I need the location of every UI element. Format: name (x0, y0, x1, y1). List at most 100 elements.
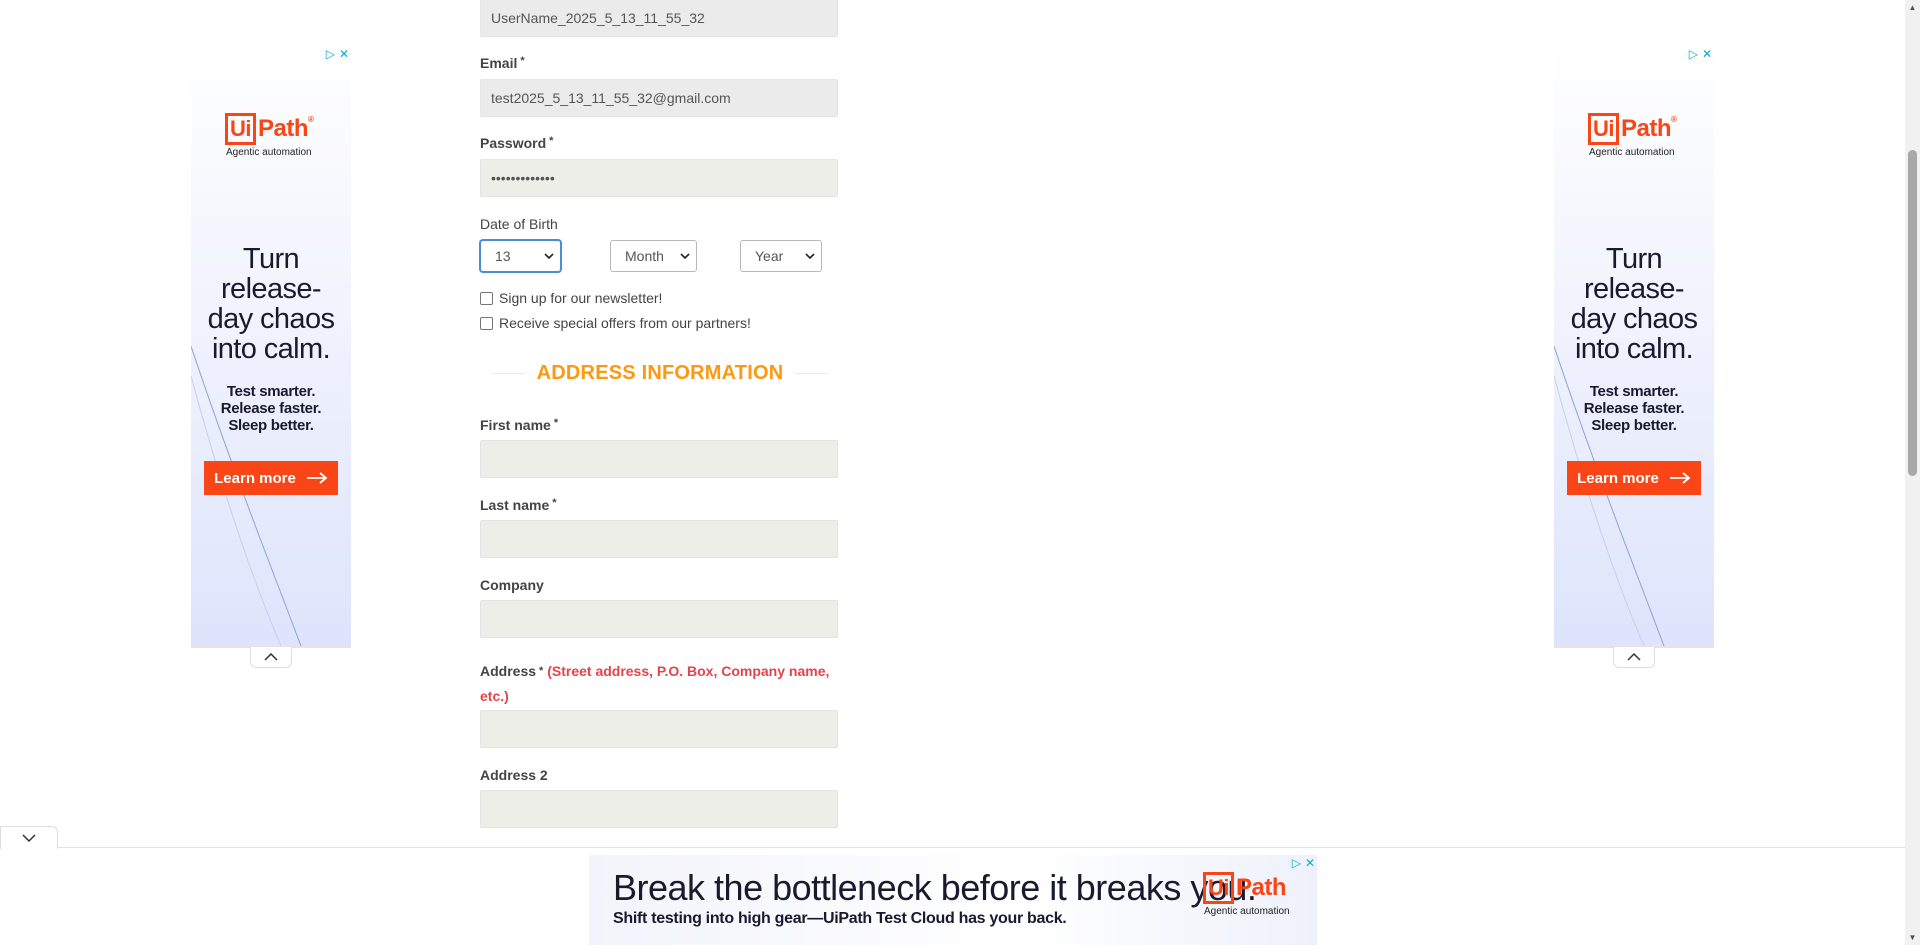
email-label: Email * (480, 55, 525, 71)
chevron-down-icon (22, 834, 36, 842)
ad-subline-line: Test smarter. (226, 383, 316, 400)
dob-day-select[interactable]: 13 (480, 240, 561, 272)
ad-close-icon[interactable]: ✕ (339, 48, 349, 60)
address-label-text: Address (480, 663, 537, 679)
dob-label: Date of Birth (480, 216, 558, 232)
ad-headline: Turn release- day chaos into calm. (191, 244, 351, 364)
logo-ui: Ui (225, 113, 256, 145)
ad-choices-icon[interactable]: ▷ (326, 48, 335, 60)
username-field[interactable] (480, 0, 838, 37)
ad-headline-line: Turn (1605, 243, 1663, 275)
dob-month-select[interactable]: Month (610, 240, 697, 272)
first-name-label: First name * (480, 417, 558, 433)
dob-year-value: Year (755, 248, 784, 264)
learn-more-button[interactable]: Learn more (204, 461, 338, 495)
newsletter-label: Sign up for our newsletter! (499, 290, 663, 306)
ad-headline-line: release- (1584, 273, 1685, 305)
address-section-text: ADDRESS INFORMATION (536, 362, 784, 384)
company-field[interactable] (480, 600, 838, 638)
logo-path: Path (258, 115, 309, 142)
last-name-field[interactable] (480, 520, 838, 558)
chevron-down-icon (680, 253, 690, 259)
required-mark: * (539, 665, 544, 677)
password-label-text: Password (480, 135, 547, 151)
right-ad-banner[interactable]: ▷ ✕ Ui Path® Agentic automation Turn rel… (1554, 46, 1714, 646)
uipath-logo: Ui Path® Agentic automation (1588, 113, 1677, 158)
address2-label: Address 2 (480, 767, 548, 783)
required-mark: * (549, 135, 554, 147)
ad-headline: Turn release- day chaos into calm. (1554, 244, 1714, 364)
right-side-ad[interactable]: ▷ ✕ Ui Path® Agentic automation Turn rel… (1554, 46, 1714, 668)
offers-checkbox[interactable] (480, 316, 493, 330)
newsletter-checkbox[interactable] (480, 291, 493, 305)
collapse-ad-button[interactable] (1613, 647, 1655, 668)
bottom-ad-divider (56, 847, 1905, 848)
offers-option: Receive special offers from our partners… (480, 315, 751, 331)
chevron-down-icon (544, 253, 554, 259)
left-ad-banner[interactable]: ▷ ✕ Ui Path® Agentic automation Turn rel… (191, 46, 351, 646)
first-name-label-text: First name (480, 417, 551, 433)
scroll-down-arrow-icon[interactable]: ▼ (1905, 930, 1920, 945)
ad-headline-line: day chaos (1570, 303, 1698, 335)
uipath-logo: Ui Path® Agentic automation (225, 113, 314, 158)
ad-headline-line: Turn (242, 243, 300, 275)
learn-more-button[interactable]: Learn more (1567, 461, 1701, 495)
logo-path: Path (1236, 874, 1287, 901)
scroll-up-arrow-icon[interactable]: ▲ (1905, 0, 1920, 15)
password-field[interactable] (480, 159, 838, 197)
address2-field[interactable] (480, 790, 838, 828)
ad-subline: Test smarter. Release faster. Sleep bett… (1554, 383, 1714, 434)
title-rule-right (795, 373, 829, 374)
logo-registered: ® (308, 115, 314, 124)
ad-subline-line: Test smarter. (1589, 383, 1679, 400)
collapse-ad-button[interactable] (250, 647, 292, 668)
bottom-ad-banner[interactable]: ▷ ✕ Break the bottleneck before it break… (589, 855, 1317, 945)
logo-tagline: Agentic automation (226, 147, 312, 158)
last-name-label: Last name * (480, 497, 557, 513)
required-mark: * (520, 55, 525, 67)
logo-ui: Ui (1588, 113, 1619, 145)
required-mark: * (553, 417, 559, 429)
page-scrollbar[interactable]: ▲ ▼ (1905, 0, 1920, 945)
company-label: Company (480, 577, 544, 593)
scroll-thumb[interactable] (1908, 150, 1917, 476)
bottom-ad-subline: Shift testing into high gear—UiPath Test… (613, 910, 1067, 927)
address-field[interactable] (480, 710, 838, 748)
ad-choices-icon[interactable]: ▷ (1689, 48, 1698, 60)
ad-headline-line: release- (221, 273, 322, 305)
expand-ad-button[interactable] (0, 826, 58, 849)
address-section-title: ADDRESS INFORMATION (480, 362, 840, 385)
ad-subline: Test smarter. Release faster. Sleep bett… (191, 383, 351, 434)
ad-headline-line: into calm. (1574, 333, 1694, 365)
title-rule-left (492, 373, 525, 374)
left-side-ad[interactable]: ▷ ✕ Ui Path® Agentic automation Turn rel… (191, 46, 351, 668)
dob-year-select[interactable]: Year (740, 240, 822, 272)
learn-more-label: Learn more (214, 469, 296, 487)
logo-tagline: Agentic automation (1204, 906, 1290, 917)
arrow-right-icon (1669, 472, 1691, 484)
ad-choices-icon[interactable]: ▷ (1292, 857, 1301, 869)
newsletter-option: Sign up for our newsletter! (480, 290, 662, 306)
password-label: Password * (480, 135, 553, 151)
chevron-down-icon (805, 253, 815, 259)
ad-headline-line: day chaos (207, 303, 335, 335)
dob-month-value: Month (625, 248, 664, 264)
email-field[interactable] (480, 79, 838, 117)
ad-subline-line: Sleep better. (1591, 417, 1677, 434)
bottom-ad-headline: Break the bottleneck before it breaks yo… (613, 867, 1257, 908)
chevron-up-icon (264, 653, 278, 661)
ad-close-icon[interactable]: ✕ (1702, 48, 1712, 60)
ad-headline-line: into calm. (211, 333, 331, 365)
dob-day-value: 13 (495, 248, 511, 264)
ad-subline-line: Release faster. (1583, 400, 1685, 417)
learn-more-label: Learn more (1577, 469, 1659, 487)
last-name-label-text: Last name (480, 497, 550, 513)
ad-subline-line: Sleep better. (228, 417, 314, 434)
email-label-text: Email (480, 55, 518, 71)
logo-registered: ® (1671, 115, 1677, 124)
logo-path: Path (1621, 115, 1672, 142)
ad-close-icon[interactable]: ✕ (1305, 857, 1315, 869)
address-label: Address * (Street address, P.O. Box, Comp… (480, 659, 840, 709)
first-name-field[interactable] (480, 440, 838, 478)
offers-label: Receive special offers from our partners… (499, 315, 751, 331)
